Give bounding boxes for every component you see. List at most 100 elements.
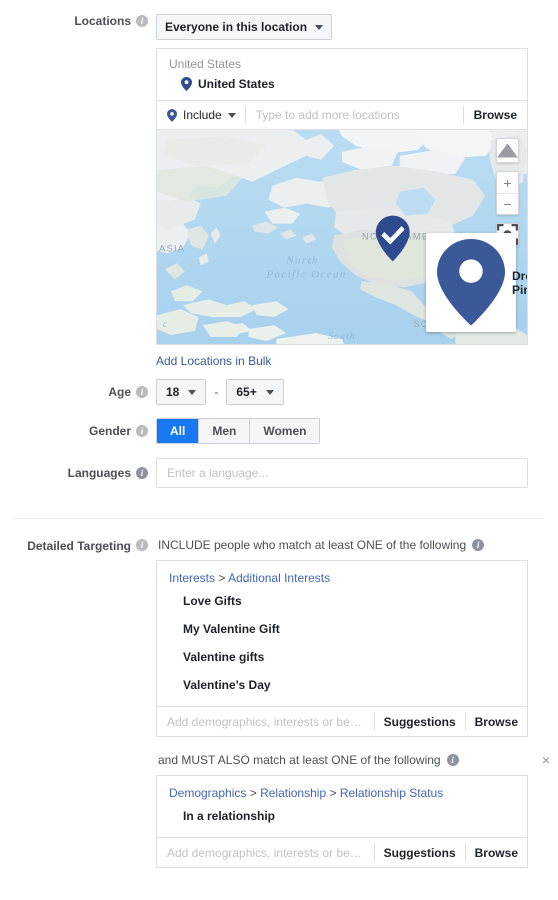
path-segment[interactable]: Interests [169,571,215,585]
path-separator: > [218,571,226,585]
location-map[interactable]: ASIA NORTH AMERICA North Pacific Ocean N… [157,129,527,344]
include-heading: INCLUDE people who match at least ONE of… [156,538,558,552]
narrow-heading: and MUST ALSO match at least ONE of the … [156,753,558,767]
locations-label-col: Locations i [0,14,156,28]
age-field-col: 18 - 65+ [156,379,558,405]
list-item[interactable]: In a relationship [169,809,515,823]
gender-option-women[interactable]: Women [249,419,320,443]
languages-field-col [156,458,558,488]
path-segment[interactable]: Demographics [169,786,246,800]
languages-row: Languages i [0,458,558,488]
narrow-group-input-row: Add demographics, interests or beha... S… [157,837,527,867]
list-item[interactable]: My Valentine Gift [169,622,515,636]
map-compass-group [496,138,519,163]
chevron-down-icon [265,389,274,395]
locations-panel: United States United States Include Type… [156,48,528,345]
detailed-targeting-row: Detailed Targeting i INCLUDE people who … [0,538,558,868]
include-heading-text: INCLUDE people who match at least ONE of… [158,538,467,552]
include-group-input-row: Add demographics, interests or beha... S… [157,706,527,736]
detailed-targeting-label: Detailed Targeting [27,539,131,553]
location-scope-value: Everyone in this location [165,20,308,34]
suggestions-button[interactable]: Suggestions [375,715,465,729]
browse-button[interactable]: Browse [466,715,527,729]
list-item[interactable]: Valentine's Day [169,678,515,692]
age-label: Age [108,385,131,399]
browse-button[interactable]: Browse [466,846,527,860]
gender-option-all[interactable]: All [157,419,199,443]
locations-label: Locations [74,14,131,28]
map-controls: + − [496,138,519,246]
detailed-targeting-field-col: INCLUDE people who match at least ONE of… [156,538,558,868]
info-icon[interactable]: i [136,467,148,479]
list-item[interactable]: Valentine gifts [169,650,515,664]
map-pin-icon [167,108,177,122]
selected-location-name: United States [198,77,275,91]
map-pin-icon [181,77,192,91]
svg-text:North: North [285,254,318,266]
path-separator: > [249,786,257,800]
path-segment[interactable]: Relationship [260,786,326,800]
age-min-value: 18 [166,385,180,399]
chevron-down-icon [227,112,236,118]
info-icon[interactable]: i [136,425,148,437]
svg-text:South: South [328,331,356,342]
age-range-separator: - [214,385,219,399]
info-icon[interactable]: i [136,539,148,551]
list-item[interactable]: Love Gifts [169,594,515,608]
narrow-heading-text: and MUST ALSO match at least ONE of the … [158,753,441,767]
gender-label-col: Gender i [0,424,156,438]
include-group-box: Interests > Additional Interests Love Gi… [156,560,528,737]
locations-browse-button[interactable]: Browse [464,108,527,122]
drop-pin-label: Drop Pin [512,268,527,297]
path-segment[interactable]: Relationship Status [340,786,443,800]
location-scope-dropdown[interactable]: Everyone in this location [156,14,333,40]
locations-row: Locations i Everyone in this location Un… [0,0,558,368]
chevron-up-icon [497,143,518,158]
gender-row: Gender i All Men Women [0,418,558,444]
close-icon[interactable]: × [542,753,550,767]
gender-segmented-control: All Men Women [156,418,321,444]
suggestions-button[interactable]: Suggestions [375,846,465,860]
age-label-col: Age i [0,385,156,399]
languages-label-col: Languages i [0,466,156,480]
location-add-row: Include Type to add more locations Brows… [157,100,527,129]
languages-label: Languages [67,466,131,480]
info-icon[interactable]: i [136,386,148,398]
chevron-down-icon [315,24,324,30]
gender-option-men[interactable]: Men [198,419,250,443]
include-label: Include [183,108,222,122]
age-row: Age i 18 - 65+ [0,379,558,405]
detailed-targeting-input[interactable]: Add demographics, interests or beha... [157,846,374,860]
detailed-targeting-input[interactable]: Add demographics, interests or beha... [157,715,374,729]
zoom-out-icon[interactable]: − [497,193,518,214]
path-separator: > [329,786,337,800]
age-max-dropdown[interactable]: 65+ [226,379,284,405]
locations-group-header: United States [169,57,242,71]
age-min-dropdown[interactable]: 18 [156,379,207,405]
add-locations-in-bulk-link[interactable]: Add Locations in Bulk [156,354,271,368]
language-input[interactable] [156,458,528,488]
gender-label: Gender [88,424,131,438]
svg-text:ASIA: ASIA [159,243,185,254]
section-divider [14,518,544,519]
path-segment[interactable]: Additional Interests [228,571,330,585]
map-zoom-group: + − [496,171,519,215]
zoom-in-icon[interactable]: + [497,172,518,193]
info-icon[interactable]: i [446,754,459,766]
location-search-input[interactable]: Type to add more locations [246,108,463,122]
info-icon[interactable]: i [136,15,148,27]
compass-up-icon[interactable] [497,139,518,162]
narrow-group-path: Demographics > Relationship > Relationsh… [169,786,515,800]
detailed-targeting-label-col: Detailed Targeting i [0,538,156,553]
info-icon[interactable]: i [472,539,485,551]
include-group-path: Interests > Additional Interests [169,571,515,585]
gender-field-col: All Men Women [156,418,558,444]
age-max-value: 65+ [236,385,257,399]
svg-text:Pacific Ocean: Pacific Ocean [265,268,346,280]
include-exclude-dropdown[interactable]: Include [157,108,245,122]
chevron-down-icon [188,389,197,395]
svg-text:c: c [163,319,167,329]
selected-location-item[interactable]: United States [157,73,527,100]
map-pin-icon [437,239,505,326]
drop-pin-button[interactable]: Drop Pin [426,233,527,332]
